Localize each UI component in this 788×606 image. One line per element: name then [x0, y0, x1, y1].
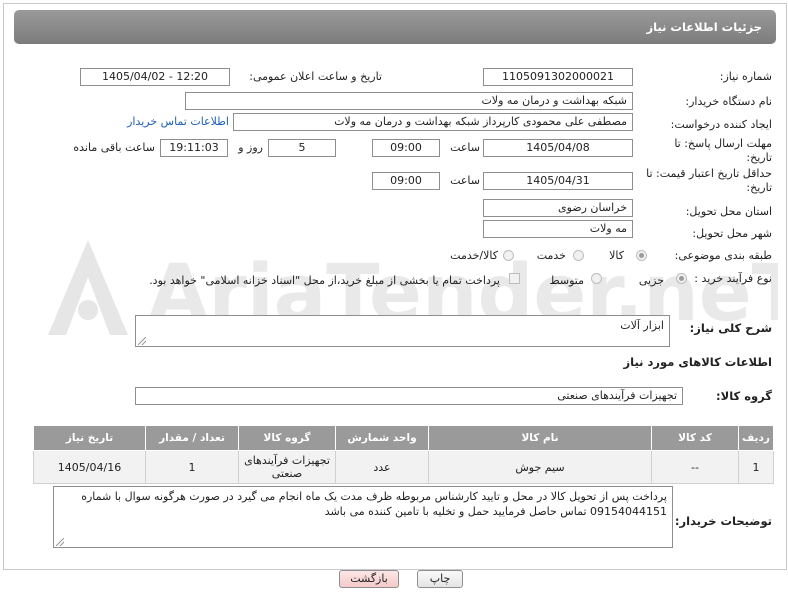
- category-option-goods-service: کالا/خدمت: [450, 249, 498, 262]
- label-reply-deadline: مهلت ارسال پاسخ: تا تاریخ:: [674, 137, 772, 164]
- col-group: گروه کالا: [238, 425, 336, 451]
- print-button[interactable]: چاپ: [417, 570, 463, 588]
- reply-time-field: 09:00: [372, 139, 440, 157]
- label-buyer-notes: توضیحات خریدار:: [674, 514, 772, 528]
- need-description-textarea[interactable]: ابزار آلات: [135, 315, 670, 347]
- announce-datetime-field: 1405/04/02 - 12:20: [80, 68, 230, 86]
- label-city: شهر محل تحویل:: [692, 227, 772, 240]
- col-unit: واحد شمارش: [335, 425, 429, 451]
- validity-date-field: 1405/04/31: [483, 172, 633, 190]
- cell-need-date: 1405/04/16: [33, 450, 146, 484]
- remaining-time-field: 19:11:03: [160, 139, 228, 157]
- label-creator: ایجاد کننده درخواست:: [670, 118, 772, 131]
- label-need-description: شرح کلی نیاز:: [689, 321, 772, 335]
- goods-group-field: تجهیزات فرآیندهای صنعتی: [135, 387, 683, 405]
- creator-field: مصطفی علی محمودی کارپرداز شبکه بهداشت و …: [233, 113, 633, 131]
- category-radio-goods-service[interactable]: [503, 250, 514, 261]
- buyer-contact-link[interactable]: اطلاعات تماس خریدار: [127, 115, 229, 128]
- label-announce-datetime: تاریخ و ساعت اعلان عمومی:: [249, 70, 382, 83]
- buyer-notes-textarea[interactable]: پرداخت پس از تحویل کالا در محل و تایید ک…: [53, 486, 673, 548]
- col-name: نام کالا: [428, 425, 652, 451]
- col-need-date: تاریخ نیاز: [33, 425, 146, 451]
- label-category: طبقه بندی موضوعی:: [674, 249, 772, 262]
- process-radio-medium[interactable]: [591, 273, 602, 284]
- cell-name: سیم جوش: [428, 450, 652, 484]
- goods-table: ردیف کد کالا نام کالا واحد شمارش گروه کا…: [33, 425, 774, 484]
- process-radio-minor[interactable]: [676, 273, 687, 284]
- cell-group: تجهیزات فرآیندهای صنعتی: [238, 450, 336, 484]
- cell-quantity: 1: [145, 450, 239, 484]
- process-option-medium: متوسط: [549, 274, 584, 287]
- cell-code: --: [651, 450, 739, 484]
- treasury-payment-checkbox[interactable]: [509, 273, 520, 284]
- need-description-text: ابزار آلات: [620, 319, 664, 332]
- col-quantity: تعداد / مقدار: [145, 425, 239, 451]
- col-code: کد کالا: [651, 425, 739, 451]
- label-validity-time: ساعت: [450, 174, 480, 187]
- category-radio-goods[interactable]: [636, 250, 647, 261]
- label-need-number: شماره نیاز:: [719, 70, 772, 83]
- label-price-validity: حداقل تاریخ اعتبار قیمت: تا تاریخ:: [646, 167, 772, 194]
- province-field: خراسان رضوی: [483, 199, 633, 217]
- category-option-service: خدمت: [536, 249, 566, 262]
- city-field: مه ولات: [483, 220, 633, 238]
- table-row[interactable]: 1 -- سیم جوش عدد تجهیزات فرآیندهای صنعتی…: [33, 450, 774, 484]
- validity-time-field: 09:00: [372, 172, 440, 190]
- treasury-payment-note: پرداخت تمام یا بخشی از مبلغ خرید،از محل …: [149, 274, 500, 287]
- cell-unit: عدد: [335, 450, 429, 484]
- label-goods-group: گروه کالا:: [716, 389, 772, 403]
- label-province: استان محل تحویل:: [685, 205, 772, 218]
- label-days-and: روز و: [238, 141, 263, 154]
- buyer-org-field: شبکه بهداشت و درمان مه ولات: [185, 92, 633, 110]
- resize-grip-icon[interactable]: [138, 337, 146, 345]
- back-button[interactable]: بازگشت: [339, 570, 399, 588]
- need-number-field: 1105091302000021: [483, 68, 633, 86]
- label-buyer-org: نام دستگاه خریدار:: [685, 95, 772, 108]
- window-title: جزئیات اطلاعات نیاز: [14, 10, 776, 44]
- reply-date-field: 1405/04/08: [483, 139, 633, 157]
- goods-table-header: ردیف کد کالا نام کالا واحد شمارش گروه کا…: [33, 425, 774, 451]
- label-process-type: نوع فرآیند خرید :: [694, 272, 772, 285]
- label-reply-time: ساعت: [450, 141, 480, 154]
- category-option-goods: کالا: [609, 249, 624, 262]
- days-field: 5: [268, 139, 336, 157]
- resize-grip-icon[interactable]: [56, 538, 64, 546]
- buyer-notes-text: پرداخت پس از تحویل کالا در محل و تایید ک…: [81, 490, 667, 518]
- label-remaining: ساعت باقی مانده: [73, 141, 155, 154]
- col-row: ردیف: [738, 425, 774, 451]
- category-radio-service[interactable]: [573, 250, 584, 261]
- goods-info-heading: اطلاعات کالاهای مورد نیاز: [623, 355, 772, 369]
- process-option-minor: جزیی: [638, 274, 664, 287]
- cell-row: 1: [738, 450, 774, 484]
